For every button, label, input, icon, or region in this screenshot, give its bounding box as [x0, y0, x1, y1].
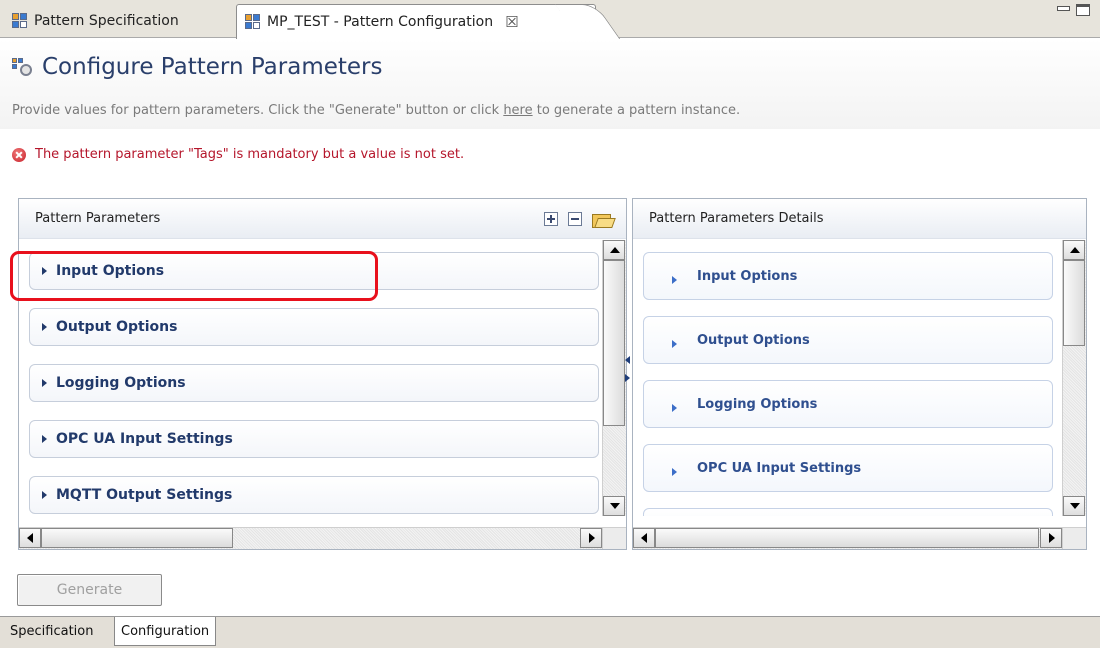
error-icon — [12, 147, 26, 162]
error-text: The pattern parameter "Tags" is mandator… — [35, 147, 465, 162]
configure-pattern-icon — [12, 58, 34, 76]
details-item-output-options[interactable]: Output Options — [643, 316, 1053, 364]
list-item-mqtt-output-settings[interactable]: MQTT Output Settings — [29, 476, 599, 514]
view-controls — [1056, 4, 1090, 16]
section-header: Pattern Parameters — [19, 199, 626, 239]
sash-toggle[interactable] — [624, 350, 632, 390]
item-label: Logging Options — [56, 375, 186, 391]
generate-here-link[interactable]: here — [503, 103, 532, 118]
section-toolbar — [544, 211, 612, 228]
expand-arrow-icon — [42, 379, 47, 387]
scroll-thumb[interactable] — [1063, 260, 1085, 346]
list-item-logging-options[interactable]: Logging Options — [29, 364, 599, 402]
details-list: Input Options Output Options Logging Opt… — [633, 240, 1063, 516]
generate-button[interactable]: Generate — [17, 574, 162, 606]
scroll-thumb-horizontal[interactable] — [41, 528, 233, 548]
open-folder-icon[interactable] — [592, 211, 612, 228]
tab-specification[interactable]: Specification — [4, 617, 99, 646]
expand-arrow-icon — [672, 340, 677, 348]
section-title: Pattern Parameters — [35, 211, 161, 226]
tab-label: Pattern Specification — [34, 13, 179, 29]
expand-arrow-icon — [672, 404, 677, 412]
close-tab-icon[interactable]: ☒ — [505, 13, 518, 31]
details-item-partial[interactable] — [643, 508, 1053, 516]
details-item-logging-options[interactable]: Logging Options — [643, 380, 1053, 428]
page-tab-bar: Specification Configuration — [0, 616, 1100, 648]
description-text: Provide values for pattern parameters. C… — [12, 103, 504, 118]
minimize-icon[interactable] — [1056, 4, 1070, 16]
expand-all-icon[interactable] — [544, 212, 558, 226]
expand-arrow-icon — [42, 435, 47, 443]
scroll-corner — [1062, 527, 1086, 549]
scroll-left-button[interactable] — [633, 528, 655, 548]
page-description: Provide values for pattern parameters. C… — [12, 103, 740, 118]
sash-right-arrow-icon[interactable] — [625, 374, 630, 382]
description-text-end: to generate a pattern instance. — [532, 103, 741, 118]
tab-configuration[interactable]: Configuration — [114, 617, 217, 646]
tab-pattern-configuration[interactable]: MP_TEST - Pattern Configuration ☒ — [236, 4, 596, 39]
details-item-input-options[interactable]: Input Options — [643, 252, 1053, 300]
item-label: MQTT Output Settings — [56, 487, 233, 503]
scroll-left-button[interactable] — [19, 528, 41, 548]
item-label: OPC UA Input Settings — [697, 460, 862, 476]
scroll-up-button[interactable] — [1063, 240, 1085, 260]
editor-tab-bar: Pattern Specification MP_TEST - Pattern … — [0, 0, 1100, 39]
scroll-up-button[interactable] — [603, 240, 625, 260]
pattern-spec-icon — [12, 13, 28, 29]
highlight-box — [10, 251, 378, 301]
section-header: Pattern Parameters Details — [633, 199, 1086, 239]
list-item-opc-ua-input-settings[interactable]: OPC UA Input Settings — [29, 420, 599, 458]
scroll-right-button[interactable] — [1040, 528, 1062, 548]
error-message: The pattern parameter "Tags" is mandator… — [12, 147, 464, 162]
scroll-down-button[interactable] — [603, 496, 625, 516]
vertical-scrollbar[interactable] — [602, 240, 626, 516]
details-item-opc-ua-input-settings[interactable]: OPC UA Input Settings — [643, 444, 1053, 492]
sash-left-arrow-icon[interactable] — [625, 356, 630, 364]
item-label: OPC UA Input Settings — [56, 431, 233, 447]
item-label: Output Options — [697, 332, 810, 348]
scroll-down-button[interactable] — [1063, 496, 1085, 516]
horizontal-scrollbar[interactable] — [19, 527, 602, 549]
scroll-thumb[interactable] — [603, 260, 625, 426]
page-title: Configure Pattern Parameters — [12, 54, 383, 80]
expand-arrow-icon — [672, 276, 677, 284]
tab-label: MP_TEST - Pattern Configuration — [267, 14, 494, 30]
collapse-all-icon[interactable] — [568, 212, 582, 226]
pattern-parameters-details-section: Pattern Parameters Details Input Options… — [632, 198, 1087, 550]
item-label: Logging Options — [697, 396, 818, 412]
expand-arrow-icon — [672, 468, 677, 476]
scroll-right-button[interactable] — [580, 528, 602, 548]
expand-arrow-icon — [42, 491, 47, 499]
scroll-corner — [602, 527, 626, 549]
scroll-thumb-horizontal[interactable] — [655, 528, 1039, 548]
horizontal-scrollbar[interactable] — [633, 527, 1062, 549]
expand-arrow-icon — [42, 323, 47, 331]
pattern-config-icon — [245, 14, 261, 30]
item-label: Input Options — [697, 268, 798, 284]
vertical-scrollbar[interactable] — [1062, 240, 1086, 516]
item-label: Output Options — [56, 319, 178, 335]
tab-pattern-specification[interactable]: Pattern Specification — [6, 4, 228, 38]
page-title-text: Configure Pattern Parameters — [42, 54, 383, 80]
list-item-output-options[interactable]: Output Options — [29, 308, 599, 346]
maximize-icon[interactable] — [1076, 4, 1090, 16]
section-title: Pattern Parameters Details — [649, 211, 824, 226]
